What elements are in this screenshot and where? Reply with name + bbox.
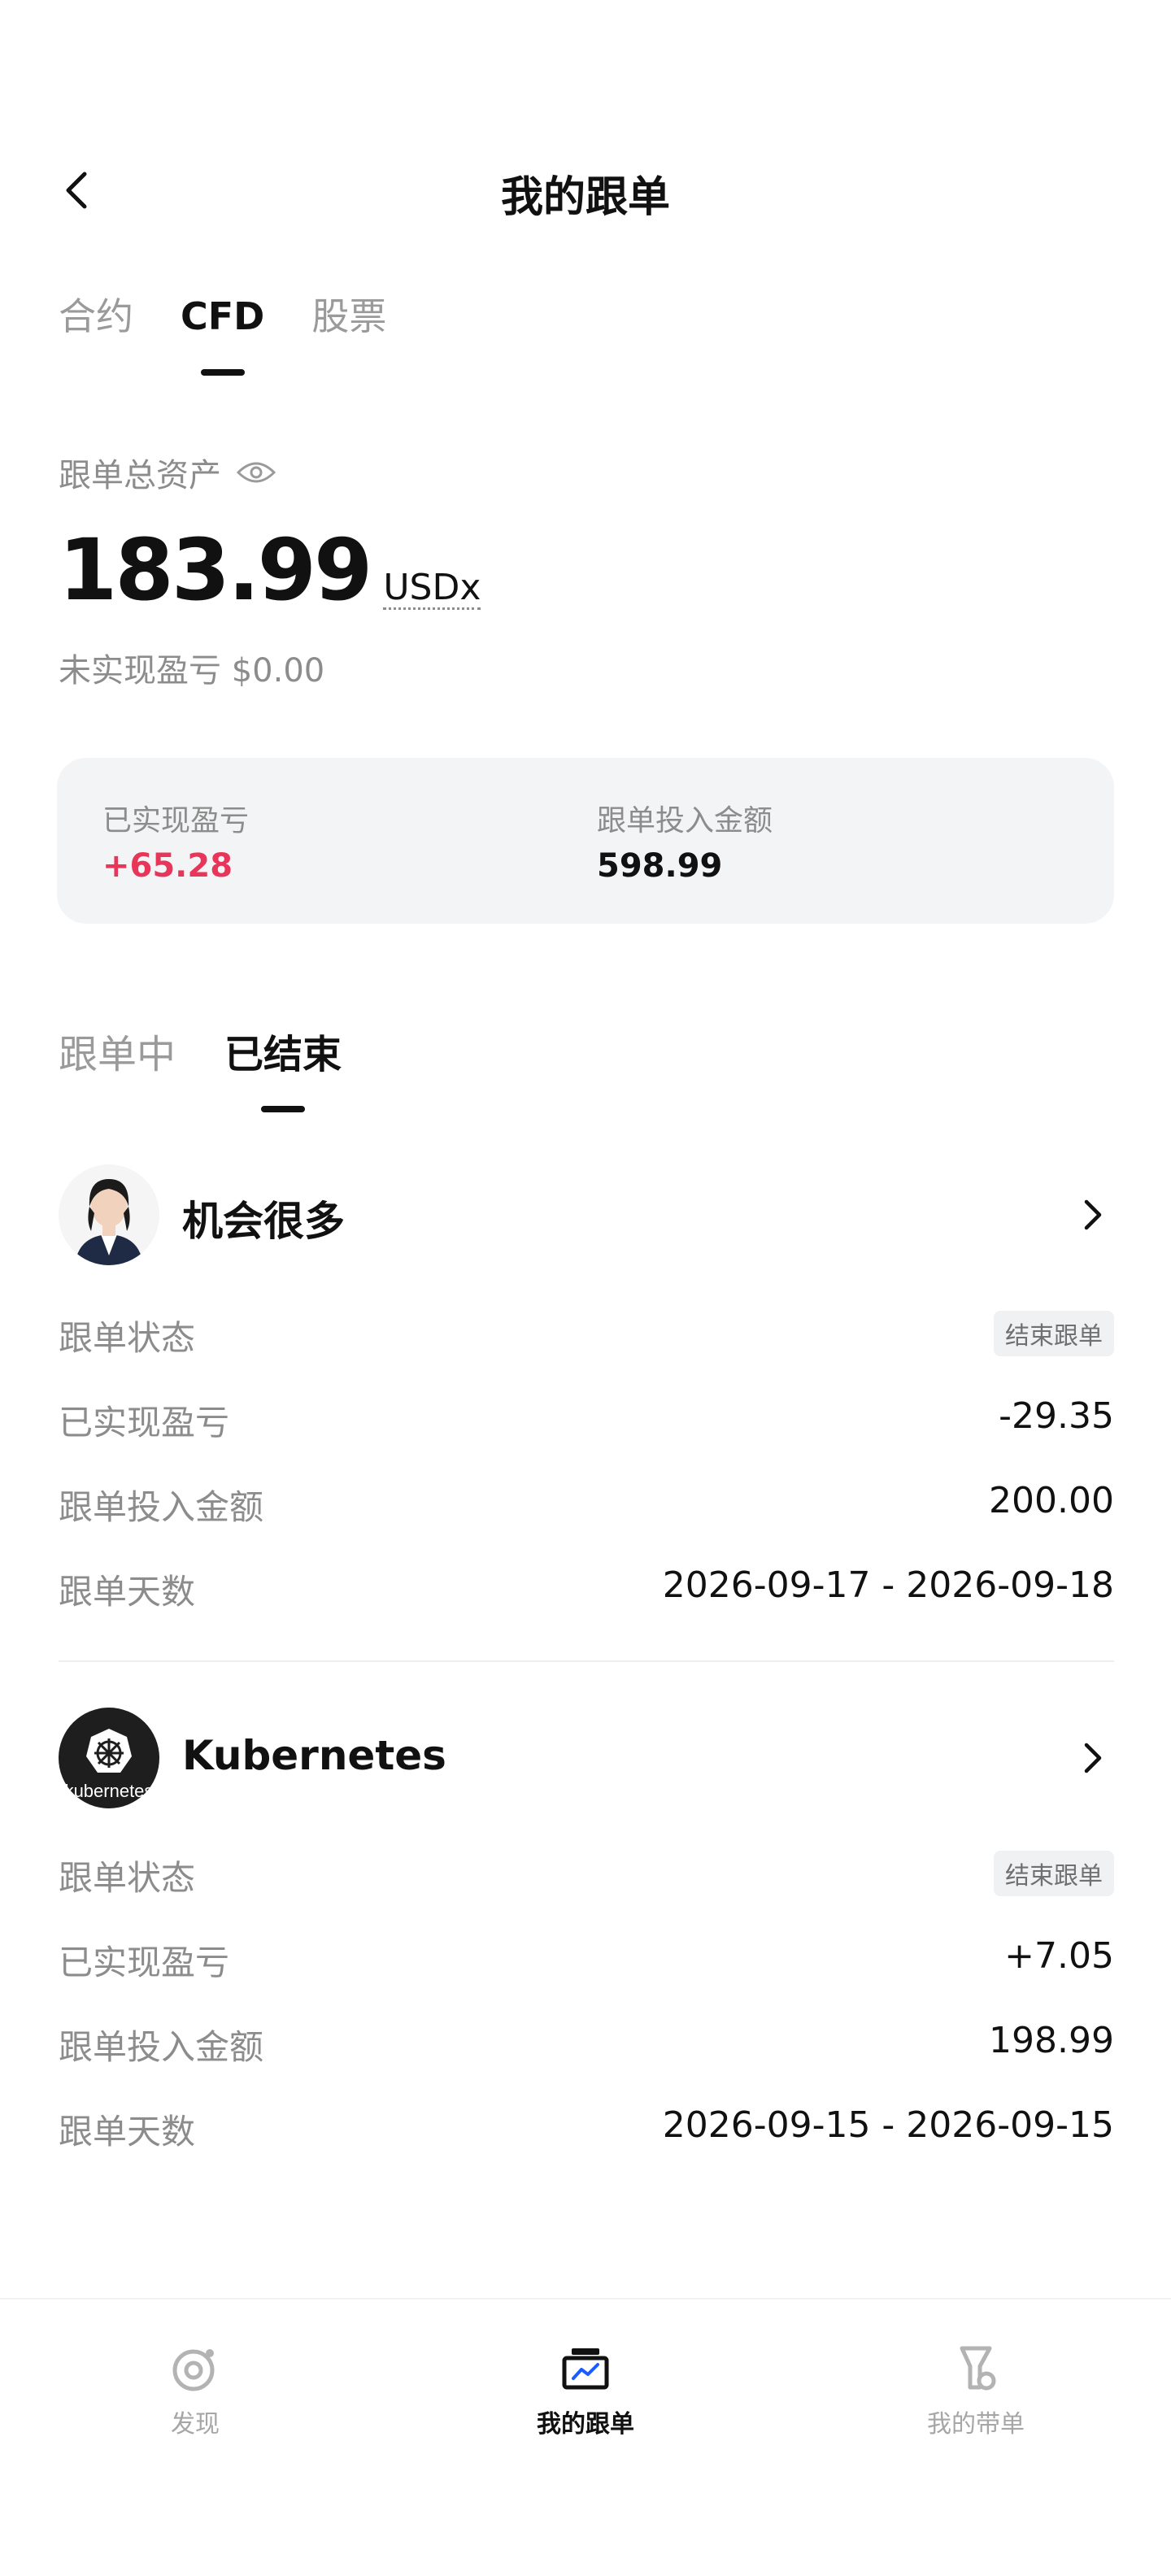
nav-label: 发现 — [171, 2410, 220, 2439]
discover-icon — [172, 2349, 215, 2391]
chevron-right-icon[interactable] — [1077, 1735, 1109, 1781]
trader-header[interactable]: 机会很多 — [59, 1164, 1114, 1265]
realized-pnl-row: 已实现盈亏 -29.35 — [59, 1371, 1114, 1456]
tab-following[interactable]: 跟单中 — [59, 1026, 176, 1083]
currency-unit[interactable]: USDx — [383, 568, 481, 611]
duration-row: 跟单天数 2026-09-15 - 2026-09-15 — [59, 2080, 1114, 2165]
realized-pnl-label: 已实现盈亏 — [59, 1943, 230, 1982]
invested-row: 跟单投入金额 200.00 — [59, 1456, 1114, 1540]
eye-icon[interactable] — [236, 458, 276, 487]
status-tabs: 跟单中 已结束 — [59, 1026, 390, 1083]
asset-value-row: 183.99 USDx — [59, 520, 481, 620]
duration-value: 2026-09-17 - 2026-09-18 — [662, 1564, 1114, 1606]
realized-pnl-value: -29.35 — [999, 1395, 1114, 1437]
page-title: 我的跟单 — [500, 173, 670, 222]
trader-name: Kubernetes — [182, 1732, 446, 1779]
lead-trade-icon — [960, 2346, 996, 2391]
realized-pnl-row: 已实现盈亏 +7.05 — [59, 1911, 1114, 1995]
status-badge: 结束跟单 — [994, 1311, 1114, 1356]
avatar-text: kubernetes — [65, 1781, 154, 1801]
market-tabs: 合约 CFD 股票 — [59, 288, 433, 345]
status-row: 跟单状态 结束跟单 — [59, 1286, 1114, 1371]
nav-discover[interactable]: 发现 — [73, 2340, 317, 2439]
trader-card[interactable]: 机会很多 跟单状态 结束跟单 已实现盈亏 -29.35 跟单投入金额 200.0… — [59, 1164, 1114, 1625]
status-label: 跟单状态 — [59, 1318, 196, 1358]
duration-label: 跟单天数 — [59, 1572, 196, 1612]
trader-card[interactable]: kubernetes Kubernetes 跟单状态 结束跟单 已实现盈亏 +7… — [59, 1708, 1114, 2165]
duration-label: 跟单天数 — [59, 2112, 196, 2152]
status-row: 跟单状态 结束跟单 — [59, 1826, 1114, 1911]
total-assets-label: 跟单总资产 — [59, 457, 221, 494]
invested-value: 198.99 — [989, 2020, 1114, 2061]
header: 我的跟单 — [0, 154, 1171, 228]
divider — [59, 1660, 1114, 1662]
invested-label: 跟单投入金额 — [59, 2027, 264, 2067]
unrealized-pnl: 未实现盈亏 $0.00 — [59, 652, 325, 690]
invested-value: 598.99 — [597, 847, 723, 885]
realized-pnl-value: +65.28 — [102, 847, 233, 885]
invested-label: 跟单投入金额 — [59, 1487, 264, 1527]
trader-header[interactable]: kubernetes Kubernetes — [59, 1708, 1114, 1808]
tab-cfd[interactable]: CFD — [181, 288, 264, 345]
nav-my-lead-trades[interactable]: 我的带单 — [854, 2340, 1098, 2439]
invested-value: 200.00 — [989, 1480, 1114, 1521]
asset-label-row: 跟单总资产 — [59, 449, 276, 496]
chevron-right-icon[interactable] — [1077, 1192, 1109, 1238]
summary-card: 已实现盈亏 +65.28 跟单投入金额 598.99 — [57, 758, 1114, 924]
duration-value: 2026-09-15 - 2026-09-15 — [662, 2104, 1114, 2146]
tab-contract[interactable]: 合约 — [59, 288, 133, 345]
nav-my-copy-trades[interactable]: 我的跟单 — [464, 2340, 707, 2439]
duration-row: 跟单天数 2026-09-17 - 2026-09-18 — [59, 1540, 1114, 1625]
copy-trade-icon — [562, 2348, 609, 2390]
kubernetes-avatar: kubernetes — [59, 1708, 159, 1808]
realized-pnl-label: 已实现盈亏 — [59, 1403, 230, 1442]
status-label: 跟单状态 — [59, 1858, 196, 1898]
trader-avatar — [59, 1164, 159, 1265]
realized-pnl-label: 已实现盈亏 — [102, 804, 250, 838]
tab-ended[interactable]: 已结束 — [224, 1026, 342, 1083]
realized-pnl-value: +7.05 — [1004, 1935, 1114, 1977]
invested-row: 跟单投入金额 198.99 — [59, 1995, 1114, 2080]
invested-label: 跟单投入金额 — [597, 804, 773, 838]
trader-name: 机会很多 — [182, 1198, 345, 1245]
total-assets-value: 183.99 — [59, 520, 372, 620]
nav-label: 我的跟单 — [537, 2410, 634, 2439]
nav-label: 我的带单 — [927, 2410, 1025, 2439]
bottom-nav: 发现 我的跟单 我的带单 — [0, 2298, 1171, 2576]
realized-pnl-block: 已实现盈亏 +65.28 — [102, 797, 249, 885]
tab-stocks[interactable]: 股票 — [311, 288, 386, 345]
invested-block: 跟单投入金额 598.99 — [597, 797, 773, 885]
status-badge: 结束跟单 — [994, 1851, 1114, 1896]
